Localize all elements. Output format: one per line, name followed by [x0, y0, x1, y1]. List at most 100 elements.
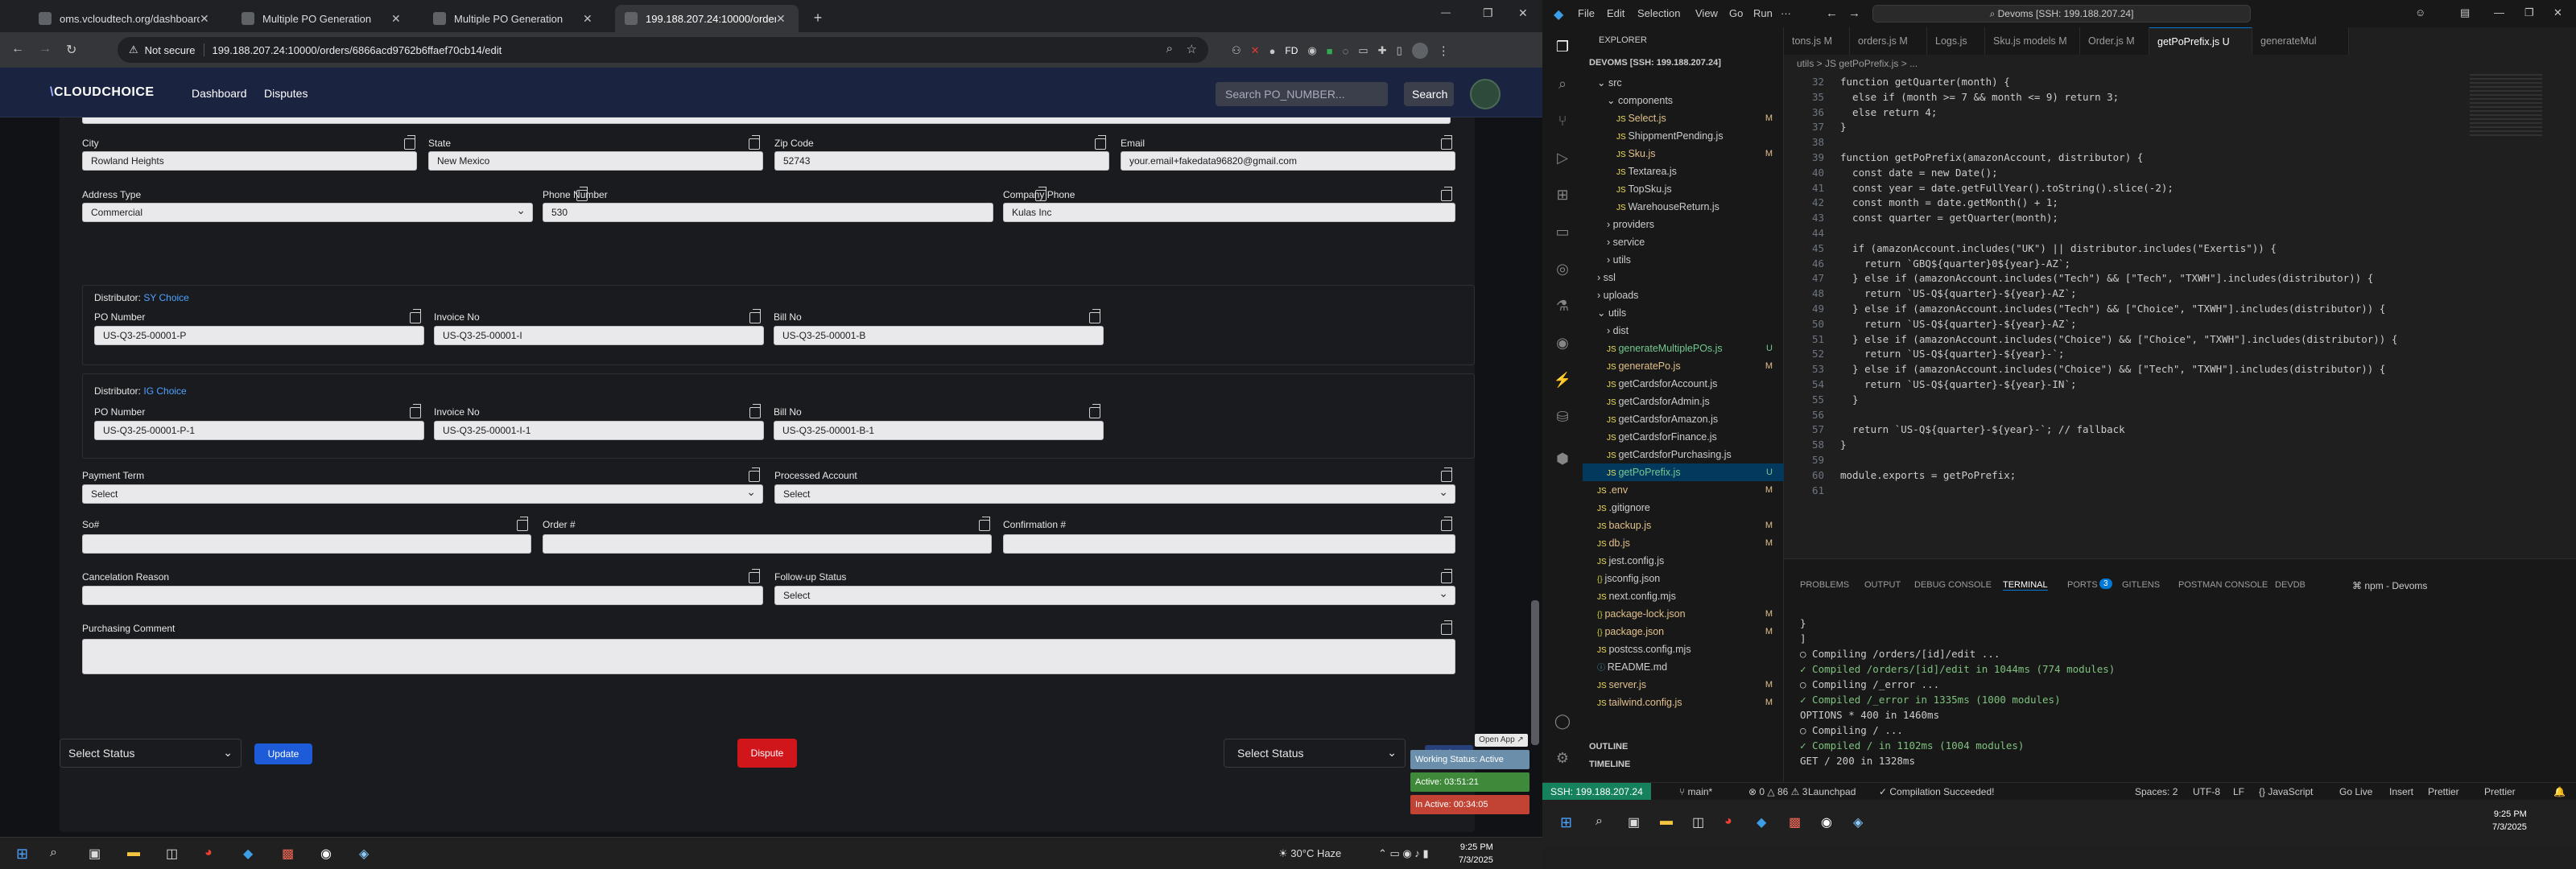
copy-icon[interactable]	[1441, 135, 1452, 150]
close-tab-icon[interactable]: ✕	[391, 12, 404, 26]
indentation[interactable]: Spaces: 2	[2135, 783, 2178, 801]
search-input[interactable]: Search PO_NUMBER...	[1216, 82, 1388, 106]
layout-icon[interactable]: ▤	[2460, 6, 2470, 19]
code-line[interactable]: 61	[1784, 483, 1840, 498]
bill-field[interactable]: US-Q3-25-00001-B	[774, 326, 1104, 345]
dispute-button[interactable]: Dispute	[737, 739, 797, 768]
settings-gear-icon[interactable]: ⚙	[1553, 750, 1572, 769]
tree-item[interactable]: › dist	[1583, 322, 1784, 340]
tree-item[interactable]: JS Select.js M	[1583, 109, 1784, 127]
code-line[interactable]: 40 const date = new Date();	[1784, 165, 1998, 180]
company-phone-field[interactable]: Kulas Inc	[1003, 203, 1455, 222]
copilot-icon[interactable]: ☺	[2415, 6, 2425, 19]
invoice-field[interactable]: US-Q3-25-00001-I-1	[434, 421, 764, 440]
minimap[interactable]	[2470, 74, 2542, 138]
outline-section[interactable]: OUTLINE	[1589, 742, 1628, 752]
state-field[interactable]: New Mexico	[428, 151, 763, 171]
extension-icon[interactable]: ◉	[1307, 44, 1316, 57]
copy-icon[interactable]	[410, 309, 421, 323]
copy-icon[interactable]	[1441, 187, 1452, 201]
so-field[interactable]	[82, 534, 531, 554]
editor-tab[interactable]: Order.js M	[2080, 27, 2149, 55]
tree-item[interactable]: ⓘ README.md	[1583, 658, 1784, 676]
copy-icon[interactable]	[1089, 309, 1100, 323]
code-line[interactable]: 43 const quarter = getQuarter(month);	[1784, 210, 2058, 225]
app-icon[interactable]: ◈	[1853, 814, 1863, 830]
extensions-puzzle-icon[interactable]: ✚	[1378, 44, 1387, 57]
panel-tab[interactable]: PORTS	[2067, 580, 2098, 590]
copy-icon[interactable]	[1441, 467, 1452, 482]
insert-mode[interactable]: Insert	[2389, 783, 2413, 801]
code-line[interactable]: 57 return `US-Q${quarter}-${year}-`; // …	[1784, 422, 2125, 437]
browser-tab-1[interactable]: oms.vcloudtech.org/dashboard ✕	[29, 5, 222, 32]
testing-icon[interactable]: ⚗	[1553, 298, 1572, 317]
panel-tab[interactable]: DEBUG CONSOLE	[1914, 580, 1992, 590]
tree-item[interactable]: ⌄ components	[1583, 92, 1784, 109]
tree-item[interactable]: JS WarehouseReturn.js	[1583, 198, 1784, 216]
search-icon[interactable]: ⌕	[1596, 814, 1603, 829]
source-control-icon[interactable]: ⑂	[1553, 113, 1572, 132]
code-line[interactable]: 35 else if (month >= 7 && month <= 9) re…	[1784, 89, 2119, 105]
code-line[interactable]: 51 } else if (amazonAccount.includes("Ch…	[1784, 332, 2397, 347]
eol[interactable]: LF	[2233, 783, 2244, 801]
code-line[interactable]: 45 if (amazonAccount.includes("UK") || d…	[1784, 241, 2277, 256]
reload-icon[interactable]: ↻	[66, 42, 76, 58]
code-line[interactable]: 49 } else if (amazonAccount.includes("Te…	[1784, 301, 2385, 316]
code-line[interactable]: 44	[1784, 225, 1840, 241]
tree-item[interactable]: JS TopSku.js	[1583, 180, 1784, 198]
code-line[interactable]: 46 return `GBQ${quarter}0${year}-AZ`;	[1784, 256, 2070, 271]
code-line[interactable]: 56	[1784, 407, 1840, 422]
code-line[interactable]: 55 }	[1784, 392, 1859, 407]
file-explorer-icon[interactable]: ▬	[127, 846, 140, 860]
extension-icon[interactable]: ◌	[1343, 45, 1349, 57]
tray-clock[interactable]: 9:25 PM 7/3/2025	[1459, 841, 1493, 867]
minimize-icon[interactable]: —	[1441, 6, 1451, 18]
tree-item[interactable]: JS next.config.mjs	[1583, 587, 1784, 605]
tree-item[interactable]: JS getPoPrefix.js U	[1583, 463, 1784, 481]
nav-forward-icon[interactable]: →	[1848, 6, 1860, 20]
terminal-selector[interactable]: ⌘ npm - Devoms	[2352, 580, 2427, 591]
browser-tab-3[interactable]: Multiple PO Generation ✕	[423, 5, 605, 32]
file-explorer-icon[interactable]: ▬	[1660, 814, 1673, 829]
code-line[interactable]: 58}	[1784, 437, 1847, 452]
city-field[interactable]: Rowland Heights	[82, 151, 417, 171]
tree-item[interactable]: JS server.js M	[1583, 676, 1784, 694]
prettier-item-2[interactable]: Prettier	[2484, 783, 2516, 801]
panel-tab[interactable]: OUTPUT	[1864, 580, 1901, 590]
close-tab-icon[interactable]: ✕	[583, 12, 596, 26]
copy-icon[interactable]	[979, 517, 990, 531]
tree-item[interactable]: JS ShippmentPending.js	[1583, 127, 1784, 145]
select-status-dropdown[interactable]: Select Status ⌄	[60, 739, 242, 768]
editor-tab[interactable]: Logs.js	[1927, 27, 1985, 55]
problems-indicator[interactable]: ⊗ 0 △ 86 ⚠ 3	[1748, 783, 1807, 801]
go-live[interactable]: Go Live	[2339, 783, 2372, 801]
not-secure-icon[interactable]: ⚠	[129, 43, 138, 56]
tree-item[interactable]: JS postcss.config.mjs	[1583, 640, 1784, 658]
code-line[interactable]: 42 const month = date.getMonth() + 1;	[1784, 195, 2058, 210]
app-icon[interactable]: ▩	[282, 846, 294, 862]
copy-icon[interactable]	[410, 404, 421, 418]
tree-item[interactable]: JS backup.js M	[1583, 517, 1784, 534]
database-icon[interactable]: ⛁	[1553, 409, 1572, 428]
store-icon[interactable]: ◫	[1692, 814, 1704, 830]
account-icon[interactable]: ◯	[1553, 713, 1572, 732]
update-button[interactable]: Update	[254, 743, 312, 764]
order-number-field[interactable]	[543, 534, 992, 554]
po-number-field[interactable]: US-Q3-25-00001-P-1	[94, 421, 424, 440]
panel-tab[interactable]: GITLENS	[2122, 580, 2160, 590]
menu-file[interactable]: File	[1578, 7, 1595, 19]
run-debug-icon[interactable]: ▷	[1553, 150, 1572, 169]
tree-item[interactable]: › ssl	[1583, 269, 1784, 286]
nav-back-icon[interactable]: ←	[1826, 6, 1838, 20]
editor-tab[interactable]: orders.js M	[1850, 27, 1927, 55]
editor-tab[interactable]: getPoPrefix.js U	[2149, 27, 2252, 55]
select-status-dropdown-2[interactable]: Select Status ⌄	[1224, 739, 1406, 768]
extension-icon[interactable]: ▭	[1358, 44, 1368, 57]
browser-menu-icon[interactable]: ⋮	[1438, 43, 1450, 58]
profile-avatar[interactable]	[1411, 43, 1428, 59]
code-line[interactable]: 60 module.exports = getPoPrefix;	[1784, 467, 2016, 483]
new-tab-icon[interactable]: +	[808, 8, 828, 27]
confirmation-field[interactable]	[1003, 534, 1455, 554]
payment-term-select[interactable]: Select	[82, 484, 763, 504]
copy-icon[interactable]	[1441, 517, 1452, 531]
